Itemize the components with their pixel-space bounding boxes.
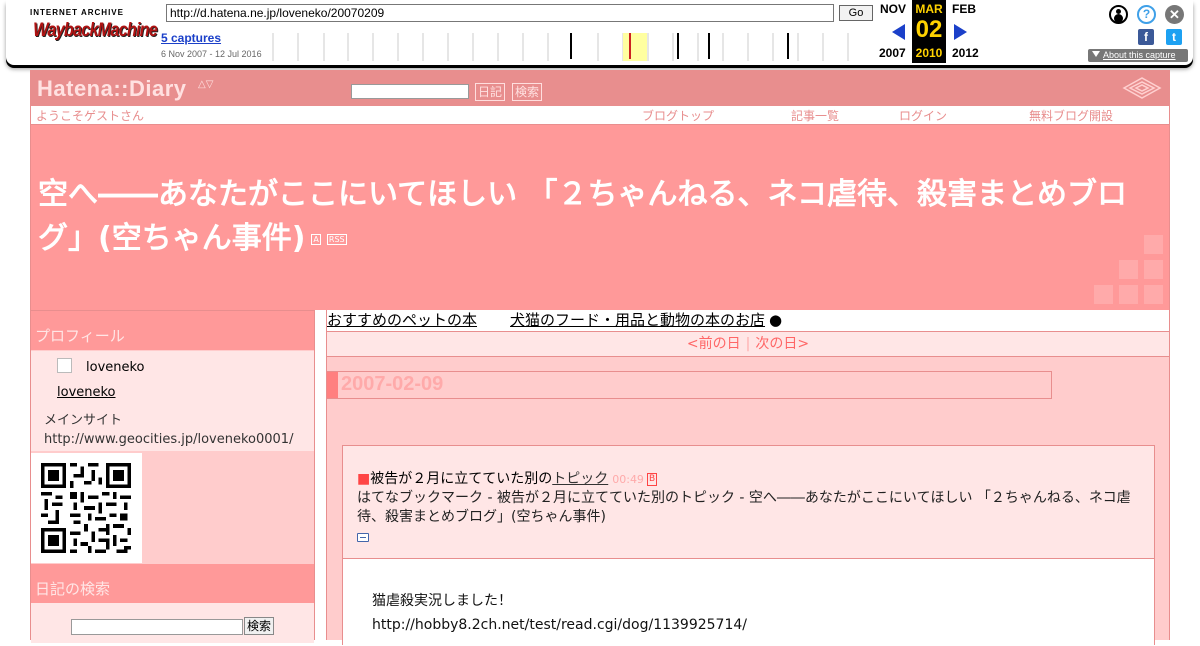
nav-article-list[interactable]: 記事一覧 <box>791 107 839 124</box>
deco-square <box>1144 285 1163 304</box>
deco-square <box>1119 260 1138 279</box>
facebook-icon[interactable]: f <box>1138 29 1154 45</box>
wayback-logo-top: INTERNET ARCHIVE <box>30 8 124 17</box>
hatena-wing-icon <box>1122 77 1162 99</box>
nav-blog-top[interactable]: ブログトップ <box>642 107 714 124</box>
profile-panel: loveneko loveneko メインサイト http://www.geoc… <box>31 351 314 451</box>
nav-login[interactable]: ログイン <box>899 107 947 124</box>
twitter-icon[interactable]: t <box>1166 29 1182 45</box>
deco-square <box>1119 285 1138 304</box>
day-entry: ■被告が２月に立てていた別のトピック 00:49 B はてなブックマーク - 被告が… <box>342 445 1155 646</box>
wayback-current-year: 2010 <box>915 46 943 60</box>
help-icon[interactable]: ? <box>1137 5 1156 24</box>
hatena-nav-bar: ようこそゲストさん ブログトップ 記事一覧 ログイン 無料ブログ開設 <box>30 106 1170 125</box>
deco-square <box>1094 285 1113 304</box>
deco-square <box>1144 260 1163 279</box>
wayback-captures-link[interactable]: 5 captures <box>161 31 221 45</box>
diary-title-box: 空へ――あなたがここにいてほしい 「２ちゃんねる、ネコ虐待、殺害まとめブログ」(… <box>30 125 1170 310</box>
section-time: 00:49 <box>612 473 644 486</box>
wayback-current-capture: MAR 02 2010 <box>912 0 946 63</box>
antenna-icon[interactable]: A <box>311 234 321 245</box>
wayback-next-arrow-icon[interactable] <box>954 24 967 40</box>
hatena-page: Hatena::Diary △▽ 日記 検索 ようこそゲストさん ブログトップ … <box>30 70 1170 646</box>
hatena-diary-logo[interactable]: Hatena::Diary <box>37 76 187 102</box>
ad-bullet: ● <box>769 311 783 329</box>
diary-search-button[interactable]: 検索 <box>244 617 275 635</box>
day-title-bar: 2007-02-09 <box>327 371 1052 399</box>
qr-code-icon[interactable] <box>41 463 131 553</box>
diary-search-panel: 検索 <box>31 603 314 643</box>
body-link[interactable]: http://hobby8.2ch.net/test/read.cgi/dog/… <box>372 617 747 633</box>
wayback-next-year[interactable]: 2012 <box>952 46 979 60</box>
wayback-go-button[interactable]: Go <box>839 5 873 21</box>
header-search-input[interactable] <box>351 84 469 99</box>
sidebar: プロフィール loveneko loveneko メインサイト http://w… <box>30 310 315 643</box>
profile-link[interactable]: loveneko <box>57 385 116 400</box>
diary-title-text[interactable]: 空へ――あなたがここにいてほしい 「２ちゃんねる、ネコ虐待、殺害まとめブログ」(… <box>38 177 1127 256</box>
wayback-current-day: 02 <box>915 16 943 43</box>
section-body: 猫虐殺実況しました！ http://hobby8.2ch.net/test/re… <box>343 558 1154 646</box>
about-capture-label: About this capture <box>1103 50 1176 60</box>
hatena-bookmark-count-icon[interactable]: B <box>646 473 658 486</box>
wayback-prev-year[interactable]: 2007 <box>879 46 906 60</box>
prev-day-link[interactable]: <前の日 <box>687 336 741 352</box>
wayback-capture-range: 6 Nov 2007 - 12 Jul 2016 <box>161 49 262 59</box>
day-title-marker <box>327 372 338 398</box>
diary-search-input[interactable] <box>71 619 243 635</box>
main-column: おすすめのペットの本 犬猫のフード・用品と動物の本のお店 ● <前の日 | 次の日> 2… <box>326 310 1170 646</box>
welcome-text: ようこそゲストさん <box>36 109 145 123</box>
ad-strip: おすすめのペットの本 犬猫のフード・用品と動物の本のお店 ● <box>327 310 1169 332</box>
header-search-button[interactable]: 検索 <box>512 83 543 101</box>
nav-separator: | <box>745 336 751 352</box>
wayback-next-month[interactable]: FEB <box>952 2 976 16</box>
wayback-prev-arrow-icon[interactable] <box>892 24 905 40</box>
logo-arrows-icon[interactable]: △▽ <box>198 80 213 90</box>
about-capture-button[interactable]: About this capture <box>1088 49 1188 62</box>
profile-name: loveneko <box>86 360 145 375</box>
comment-icon[interactable] <box>357 533 369 542</box>
hatena-header-bar: Hatena::Diary △▽ 日記 検索 <box>30 70 1170 106</box>
rss-icon[interactable]: RSS <box>326 234 347 245</box>
section-marker[interactable]: ■ <box>357 471 370 487</box>
hatena-bookmark-image-alt[interactable]: はてなブックマーク - 被告が２月に立てていた別のトピック - 空へ――あなたが… <box>357 490 1131 525</box>
wayback-url-input[interactable] <box>166 4 834 22</box>
diary-search-heading: 日記の検索 <box>31 564 314 603</box>
profile-heading: プロフィール <box>31 311 314 350</box>
body-paragraph: 猫虐殺実況しました！ <box>372 593 512 609</box>
wayback-sparkline[interactable] <box>268 33 868 61</box>
wayback-toolbar: INTERNET ARCHIVE WaybackMachine Go 5 cap… <box>6 0 1193 65</box>
section-title: 被告が２月に立てていた別の <box>370 471 553 487</box>
qr-code-panel <box>31 453 142 563</box>
wayback-calendar-nav: NOV 2007 MAR 02 2010 FEB 2012 <box>872 0 982 65</box>
day-date[interactable]: 2007-02-09 <box>341 373 443 396</box>
wayback-logo[interactable]: INTERNET ARCHIVE WaybackMachine <box>26 8 158 50</box>
section-title-keyword-link[interactable]: トピック <box>552 471 608 487</box>
profile-main-site[interactable]: メインサイト http://www.geocities.jp/loveneko0… <box>44 411 309 449</box>
wayback-prev-month[interactable]: NOV <box>880 2 906 16</box>
header-diary-button[interactable]: 日記 <box>475 83 506 101</box>
diary-title[interactable]: 空へ――あなたがここにいてほしい 「２ちゃんねる、ネコ虐待、殺害まとめブログ」(… <box>38 173 1163 261</box>
ad-link-pet-books[interactable]: おすすめのペットの本 <box>327 311 477 329</box>
avatar[interactable] <box>57 358 72 373</box>
close-icon[interactable]: ✕ <box>1165 5 1184 24</box>
next-day-link[interactable]: 次の日> <box>755 336 809 352</box>
user-icon[interactable] <box>1109 5 1128 24</box>
deco-square <box>1144 235 1163 254</box>
section-header: ■被告が２月に立てていた別のトピック 00:49 B はてなブックマーク - 被告が… <box>357 470 1152 546</box>
nav-free-blog[interactable]: 無料ブログ開設 <box>1029 107 1113 124</box>
triangle-down-icon <box>1092 51 1100 57</box>
day-navigation: <前の日 | 次の日> <box>327 332 1169 357</box>
ad-link-pet-shop[interactable]: 犬猫のフード・用品と動物の本のお店 <box>510 311 765 329</box>
wayback-logo-main: WaybackMachine <box>33 19 158 43</box>
wayback-current-month: MAR <box>915 2 943 16</box>
